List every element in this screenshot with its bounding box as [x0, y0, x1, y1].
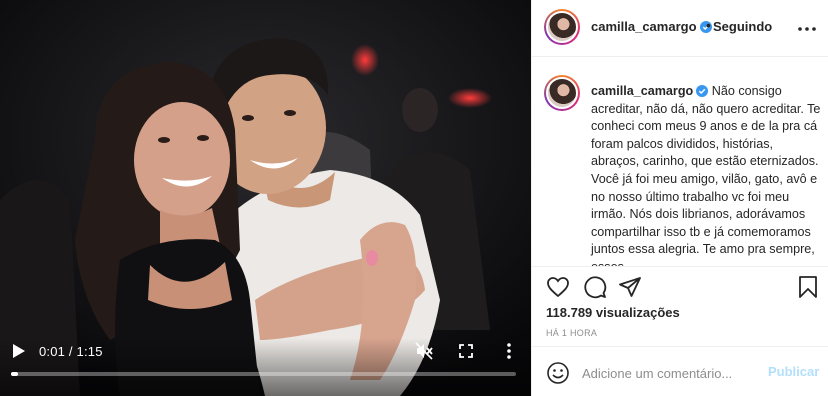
username-text: camilla_camargo: [591, 19, 697, 34]
video-time: 0:01 / 1:15: [39, 344, 103, 359]
comment-button[interactable]: [583, 275, 607, 299]
post-timestamp[interactable]: HÁ 1 HORA: [546, 328, 597, 338]
fullscreen-icon: [459, 344, 473, 358]
save-button[interactable]: [796, 275, 820, 299]
fullscreen-button[interactable]: [457, 342, 475, 360]
follow-separator: •: [706, 17, 711, 33]
avatar[interactable]: [544, 9, 580, 45]
caption-username-text: camilla_camargo: [591, 84, 694, 98]
video-progress-fill: [11, 372, 18, 376]
smiley-icon: [547, 362, 569, 384]
share-button[interactable]: [618, 275, 642, 299]
comment-input[interactable]: [582, 363, 762, 383]
post-options-button[interactable]: [798, 18, 818, 36]
like-button[interactable]: [546, 275, 570, 299]
caption-section: camilla_camargo Não consigo acreditar, n…: [532, 58, 828, 266]
username-link[interactable]: camilla_camargo: [591, 19, 712, 34]
caption-body: Não consigo acreditar, não dá, não quero…: [591, 84, 821, 266]
following-button[interactable]: Seguindo: [713, 19, 772, 34]
play-icon: [13, 344, 25, 358]
post-header: camilla_camargo • Seguindo: [532, 0, 828, 57]
comment-bubble-icon: [584, 276, 607, 299]
caption-username[interactable]: camilla_camargo: [591, 84, 709, 98]
bookmark-icon: [799, 276, 817, 298]
caption-avatar[interactable]: [544, 75, 580, 111]
heart-icon: [547, 277, 569, 298]
caption: camilla_camargo Não consigo acreditar, n…: [591, 83, 821, 266]
more-vertical-icon: [507, 343, 511, 359]
emoji-button[interactable]: [546, 361, 570, 385]
play-button[interactable]: [10, 340, 28, 362]
mute-button[interactable]: [414, 341, 434, 361]
post-side-panel: camilla_camargo • Seguindo camilla_camar…: [531, 0, 828, 396]
volume-muted-icon: [415, 342, 433, 360]
paper-plane-icon: [619, 277, 641, 297]
publish-button[interactable]: Publicar: [768, 364, 819, 379]
video-progress-bar[interactable]: [11, 372, 516, 376]
video-more-button[interactable]: [502, 341, 516, 361]
comment-bar: Publicar: [532, 346, 828, 396]
verified-badge-icon: [696, 85, 709, 97]
view-count[interactable]: 118.789 visualizações: [546, 305, 680, 320]
post-video[interactable]: 0:01 / 1:15: [0, 0, 531, 396]
more-horizontal-icon: [798, 27, 816, 31]
video-frame: [0, 0, 531, 396]
